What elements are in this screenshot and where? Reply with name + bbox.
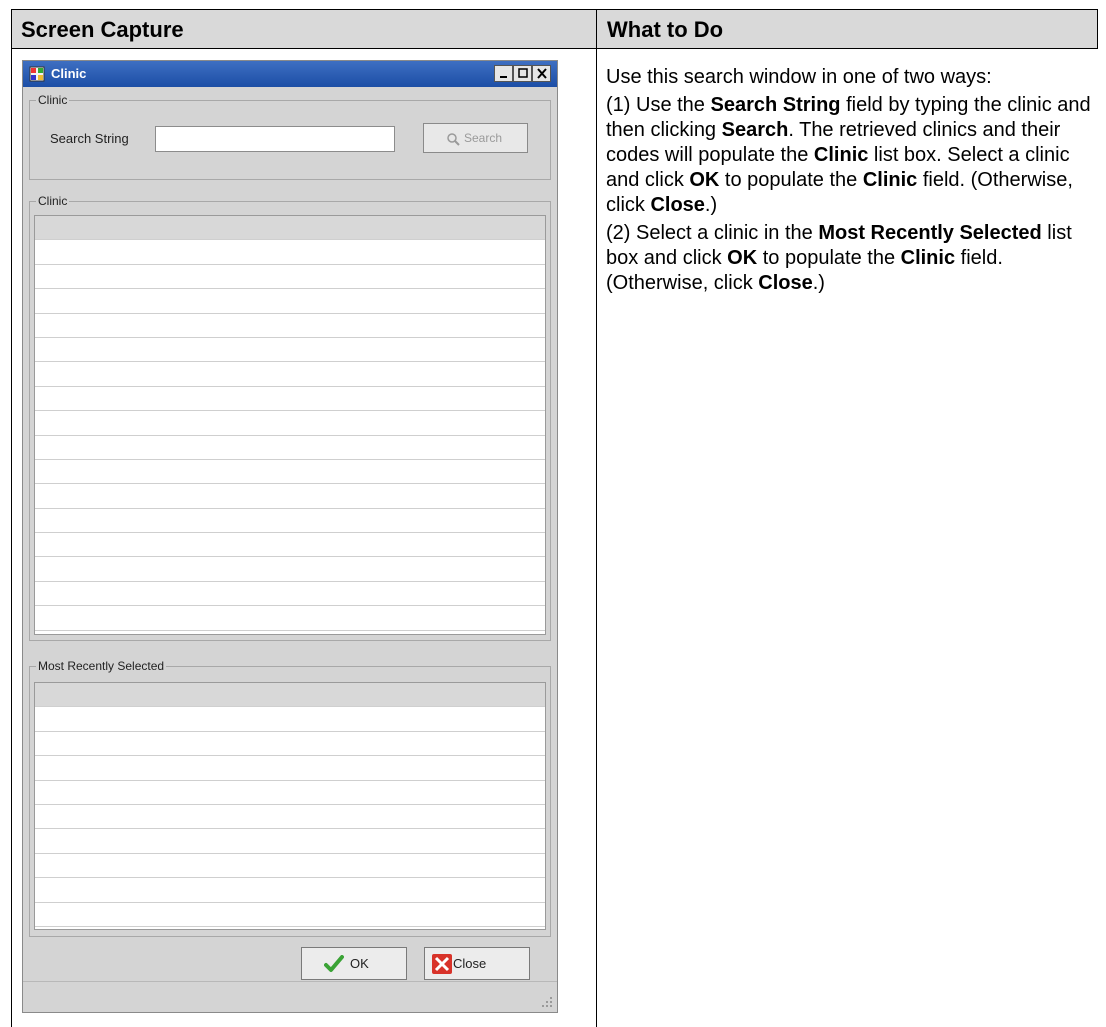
minimize-button[interactable] <box>494 65 513 82</box>
list-item[interactable] <box>35 509 545 534</box>
what-to-do-text: Use this search window in one of two way… <box>606 65 1092 299</box>
step1-term: Search String <box>710 94 841 116</box>
step2-term: OK <box>727 247 758 269</box>
step1-text: (1) Use the <box>606 94 711 116</box>
step2-text: (2) Select a clinic in the <box>606 222 819 244</box>
list-item[interactable] <box>35 338 545 363</box>
clinic-group-legend: Clinic <box>36 194 70 208</box>
recent-listbox[interactable] <box>34 682 546 930</box>
clinic-app-icon <box>29 66 45 82</box>
list-header-row[interactable] <box>35 216 545 241</box>
red-x-icon <box>432 954 452 974</box>
intro-paragraph: Use this search window in one of two way… <box>606 65 1092 90</box>
close-icon <box>537 68 547 79</box>
close-button-label: Close <box>453 956 487 971</box>
list-item[interactable] <box>35 362 545 387</box>
close-window-button[interactable] <box>532 65 551 82</box>
step2-term: Most Recently Selected <box>818 222 1042 244</box>
clinic-listbox[interactable] <box>34 215 546 635</box>
list-item[interactable] <box>35 411 545 436</box>
window-controls <box>494 65 551 83</box>
step1-term: Close <box>650 194 705 216</box>
step1-term: Search <box>721 119 789 141</box>
search-group-legend: Clinic <box>36 93 70 107</box>
step1-paragraph: (1) Use the Search String field by typin… <box>606 93 1092 218</box>
step1-term: Clinic <box>813 144 869 166</box>
clinic-dialog: Clinic Clinic Search String Search Clini… <box>22 60 558 1013</box>
table-left-border <box>11 49 12 1027</box>
magnifier-icon <box>447 133 460 146</box>
list-item[interactable] <box>35 436 545 460</box>
list-item[interactable] <box>35 582 545 607</box>
list-item[interactable] <box>35 557 545 582</box>
search-group: Clinic Search String Search <box>29 93 551 180</box>
list-item[interactable] <box>35 606 545 631</box>
list-item[interactable] <box>35 314 545 338</box>
step1-term: OK <box>689 169 720 191</box>
search-string-label: Search String <box>50 131 129 146</box>
ok-button-label: OK <box>350 956 369 971</box>
list-item[interactable] <box>35 240 545 265</box>
checkmark-icon <box>324 955 344 972</box>
status-bar-separator <box>23 981 557 982</box>
list-item[interactable] <box>35 484 545 509</box>
step2-term: Close <box>758 272 813 294</box>
step2-text: to populate the <box>757 247 901 269</box>
list-item[interactable] <box>35 387 545 412</box>
dialog-title: Clinic <box>51 66 87 81</box>
list-item[interactable] <box>35 781 545 805</box>
step2-paragraph: (2) Select a clinic in the Most Recently… <box>606 221 1092 296</box>
list-item[interactable] <box>35 707 545 732</box>
list-item[interactable] <box>35 756 545 781</box>
list-item[interactable] <box>35 805 545 830</box>
resize-grip-icon[interactable] <box>541 996 553 1008</box>
ok-button[interactable]: OK <box>301 947 407 980</box>
close-button[interactable]: Close <box>424 947 530 980</box>
recent-group-legend: Most Recently Selected <box>36 659 167 673</box>
step1-text: .) <box>704 194 718 216</box>
list-item[interactable] <box>35 460 545 485</box>
list-item[interactable] <box>35 903 545 927</box>
step2-term: Clinic <box>900 247 956 269</box>
list-item[interactable] <box>35 854 545 879</box>
dialog-titlebar[interactable]: Clinic <box>23 61 557 87</box>
list-item[interactable] <box>35 878 545 903</box>
maximize-icon <box>518 68 528 78</box>
table-header-row: Screen Capture What to Do <box>11 9 1098 49</box>
step2-text: .) <box>812 272 825 294</box>
list-item[interactable] <box>35 732 545 757</box>
search-input[interactable] <box>155 126 395 152</box>
clinic-group: Clinic <box>29 194 551 641</box>
column-divider <box>596 9 597 1027</box>
maximize-button[interactable] <box>513 65 532 82</box>
list-item[interactable] <box>35 265 545 290</box>
search-button-label: Search <box>464 131 503 145</box>
list-item[interactable] <box>35 533 545 558</box>
step1-term: Clinic <box>862 169 918 191</box>
intro-text: Use this search window in one of two way… <box>606 66 992 88</box>
minimize-icon <box>500 76 507 78</box>
header-what-to-do: What to Do <box>607 17 724 42</box>
search-button[interactable]: Search <box>423 123 528 153</box>
list-item[interactable] <box>35 289 545 314</box>
list-item[interactable] <box>35 829 545 854</box>
step1-text: to populate the <box>719 169 863 191</box>
header-screen-capture: Screen Capture <box>21 17 184 42</box>
recent-group: Most Recently Selected <box>29 659 551 937</box>
list-header-row[interactable] <box>35 683 545 708</box>
